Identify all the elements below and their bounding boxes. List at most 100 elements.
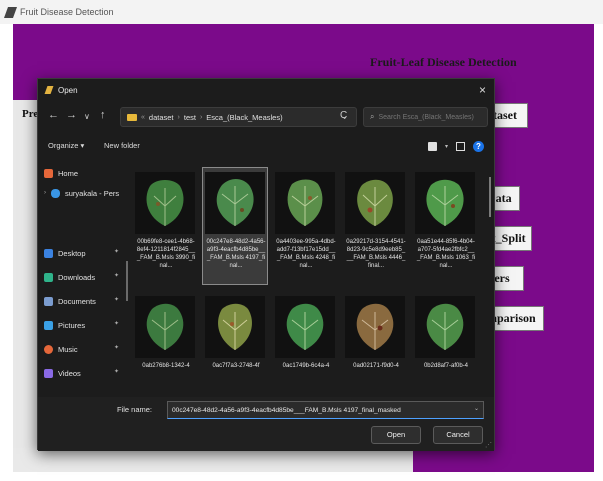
file-name: 0ac7f7a3-2748-4f <box>212 363 260 369</box>
sidebar-item-downloads[interactable]: Downloads <box>44 269 95 285</box>
pin-icon: ✦ <box>114 273 120 279</box>
file-name: 0aa51e44-85f6-4b04-a707-5fd4ae2fbfc2___F… <box>416 239 476 269</box>
cancel-button[interactable]: Cancel <box>433 426 483 444</box>
search-icon: ⌕ <box>370 112 375 121</box>
breadcrumb-esca[interactable]: Esca_(Black_Measles) <box>206 113 282 122</box>
sidebar-item-label: Documents <box>58 296 96 306</box>
leaf-thumbnail <box>135 296 195 358</box>
leaf-thumbnail <box>345 296 405 358</box>
sidebar-item-label: Music <box>58 344 78 354</box>
sidebar-item-label: Desktop <box>58 248 86 258</box>
help-icon[interactable]: ? <box>473 141 484 152</box>
file-tile[interactable]: 0a29217d-3154-4541-8d23-9c5e8d9eeb85___F… <box>342 167 408 285</box>
cloud-icon <box>51 188 60 198</box>
document-icon <box>44 296 53 306</box>
sidebar-item-label: Downloads <box>58 272 96 282</box>
pictures-icon <box>44 320 53 330</box>
sidebar-item-label: suryakala - Pers <box>65 188 120 198</box>
chevron-down-icon[interactable]: ▾ <box>445 143 448 150</box>
file-grid-scrollbar[interactable] <box>489 177 491 217</box>
leaf-thumbnail <box>415 172 475 234</box>
file-tile[interactable]: 0a4403ee-995a-4dbd-add7-f13bf17e15dd___F… <box>272 167 338 285</box>
navigation-bar: ← → ∨ ↑ « dataset › test › Esca_(Black_M… <box>38 103 494 131</box>
dialog-titlebar: Open × <box>38 79 494 101</box>
sidebar-item-pictures[interactable]: Pictures <box>44 317 85 333</box>
sidebar-item-onedrive[interactable]: › suryakala - Pers <box>44 185 119 201</box>
pin-icon: ✦ <box>114 297 120 303</box>
breadcrumb-dataset[interactable]: dataset <box>149 113 174 122</box>
screen: Fruit Disease Detection Fruit-Leaf Disea… <box>0 0 603 481</box>
file-name: 0ab276b8-1342-4 <box>142 363 190 369</box>
sidebar-item-desktop[interactable]: Desktop <box>44 245 86 261</box>
file-name: 0a29217d-3154-4541-8d23-9c5e8d9eeb85___F… <box>346 239 406 269</box>
sidebar-scrollbar[interactable] <box>126 261 128 301</box>
command-bar: Organize ▾ New folder ▾ ? <box>38 135 494 159</box>
file-name: 00c247e8-48d2-4a56-a9f3-4eacfb4d85be___F… <box>206 239 266 269</box>
file-name: 0b2d8af7-af0b-4 <box>423 363 469 369</box>
file-name-input[interactable] <box>167 401 484 419</box>
search-box[interactable]: ⌕ <box>363 107 488 127</box>
file-tile[interactable]: 0ac7f7a3-2748-4f <box>202 291 268 395</box>
file-tile[interactable]: 00b69fe8-cee1-4b68-8ef4-1211814f2845___F… <box>132 167 198 285</box>
preview-pane-icon[interactable] <box>456 142 465 151</box>
file-tile[interactable]: 0ad02171-f9d0-4 <box>342 291 408 395</box>
file-tile[interactable]: 0ac1749b-6c4a-4 <box>272 291 338 395</box>
app-titlebar: Fruit Disease Detection <box>0 0 603 24</box>
leaf-thumbnail <box>415 296 475 358</box>
left-panel-label: Pre <box>22 108 39 120</box>
app-window-title: Fruit Disease Detection <box>20 7 114 17</box>
folder-icon <box>127 113 137 121</box>
dialog-title: Open <box>58 85 78 95</box>
sidebar-item-documents[interactable]: Documents <box>44 293 96 309</box>
leaf-thumbnail <box>205 296 265 358</box>
feather-icon <box>3 6 18 18</box>
breadcrumb-separator: › <box>177 113 180 121</box>
dialog-footer: File name: ⌄ Open Cancel ⋰ <box>38 397 494 451</box>
open-file-dialog: Open × ← → ∨ ↑ « dataset › test › Esca_(… <box>37 78 495 451</box>
address-bar[interactable]: « dataset › test › Esca_(Black_Measles) … <box>120 107 357 127</box>
new-folder-button[interactable]: New folder <box>104 141 140 150</box>
file-name: 0a4403ee-995a-4dbd-add7-f13bf17e15dd___F… <box>276 239 336 269</box>
resize-grip-icon[interactable]: ⋰ <box>485 441 492 449</box>
up-folder-icon[interactable]: ↑ <box>100 109 106 121</box>
app-heading: Fruit-Leaf Disease Detection <box>370 55 517 69</box>
file-tile-selected[interactable]: 00c247e8-48d2-4a56-a9f3-4eacfb4d85be___F… <box>202 167 268 285</box>
expand-icon[interactable]: › <box>44 190 46 196</box>
file-tile[interactable]: 0b2d8af7-af0b-4 <box>412 291 478 395</box>
navigation-pane: Home › suryakala - Pers Desktop ✦ Downlo… <box>38 161 128 396</box>
search-input[interactable] <box>378 113 479 121</box>
sidebar-item-label: Home <box>58 168 79 178</box>
chevron-down-icon[interactable]: ⌄ <box>474 405 479 412</box>
forward-icon[interactable]: → <box>66 109 77 121</box>
refresh-icon[interactable]: C <box>340 110 347 121</box>
view-mode-icon[interactable] <box>427 142 437 151</box>
feather-icon <box>44 86 54 94</box>
breadcrumb-overflow[interactable]: « <box>141 114 145 121</box>
file-tile[interactable]: 0ab276b8-1342-4 <box>132 291 198 395</box>
breadcrumb-test[interactable]: test <box>184 113 196 122</box>
open-button[interactable]: Open <box>371 426 421 444</box>
close-icon[interactable]: × <box>479 83 486 97</box>
file-name: 0ac1749b-6c4a-4 <box>282 363 330 369</box>
sidebar-item-home[interactable]: Home <box>44 165 78 181</box>
video-icon <box>44 368 53 378</box>
sidebar-item-label: Videos <box>58 368 81 378</box>
file-name: 00b69fe8-cee1-4b68-8ef4-1211814f2845___F… <box>136 239 196 269</box>
file-name-label: File name: <box>117 405 153 414</box>
sidebar-item-music[interactable]: Music <box>44 341 78 357</box>
file-name: 0ad02171-f9d0-4 <box>353 363 399 369</box>
recent-locations-icon[interactable]: ∨ <box>84 112 90 121</box>
file-tile[interactable]: 0aa51e44-85f6-4b04-a707-5fd4ae2fbfc2___F… <box>412 167 478 285</box>
breadcrumb-separator: › <box>199 113 203 121</box>
pin-icon: ✦ <box>114 321 120 327</box>
leaf-thumbnail <box>275 172 335 234</box>
sidebar-item-videos[interactable]: Videos <box>44 365 81 381</box>
organize-button[interactable]: Organize ▾ <box>48 141 84 150</box>
back-icon[interactable]: ← <box>48 109 59 121</box>
pin-icon: ✦ <box>114 369 120 375</box>
view-controls: ▾ ? <box>427 141 484 152</box>
music-icon <box>44 344 53 354</box>
pin-icon: ✦ <box>114 249 120 255</box>
home-icon <box>44 168 53 178</box>
desktop-icon <box>44 248 53 258</box>
